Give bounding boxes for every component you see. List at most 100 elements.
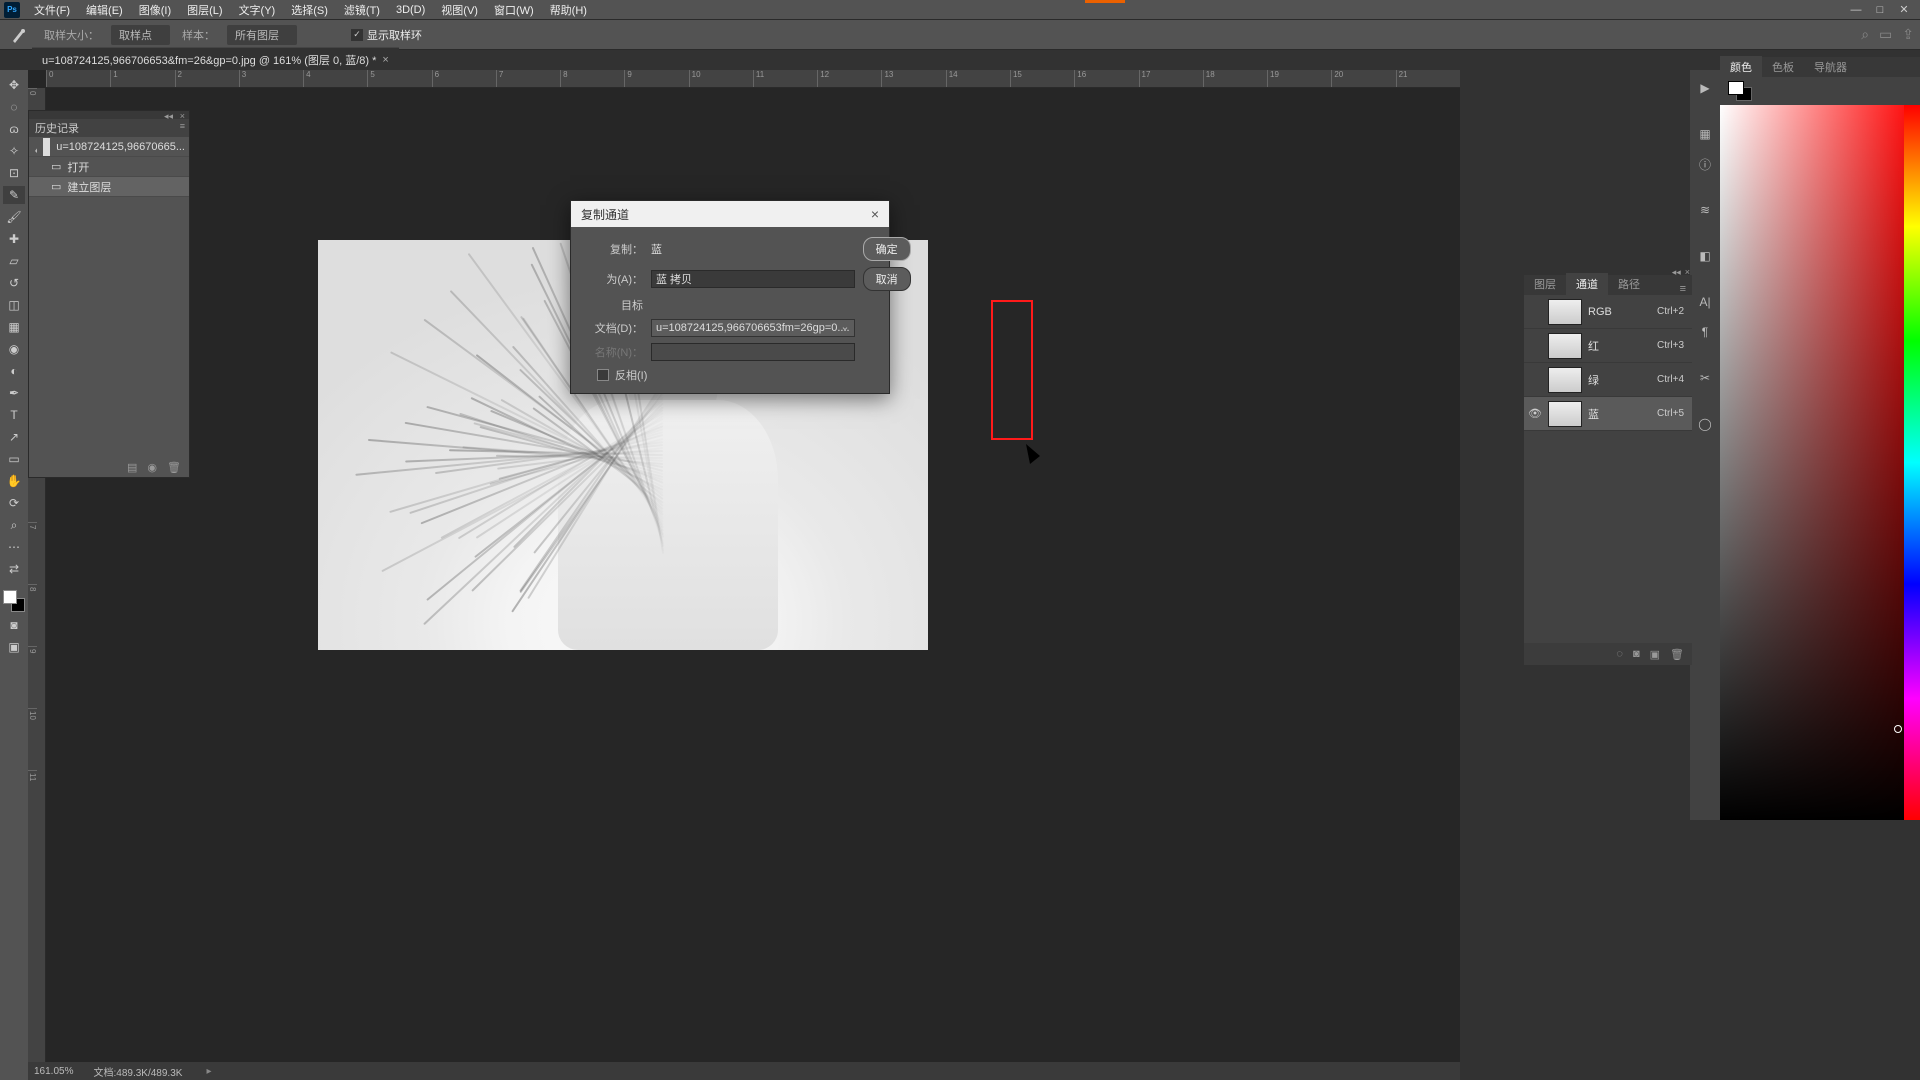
info-icon[interactable]: ⓘ — [1695, 154, 1715, 174]
share-icon[interactable]: ⇪ — [1902, 26, 1914, 43]
history-brush-tool[interactable]: ↺ — [3, 274, 25, 292]
clone-tool[interactable]: ▱ — [3, 252, 25, 270]
invert-checkbox[interactable]: 反相(I) — [597, 367, 855, 383]
search-icon[interactable]: ⌕ — [1861, 26, 1869, 43]
path-tool[interactable]: ↗ — [3, 428, 25, 446]
blur-tool[interactable]: ◉ — [3, 340, 25, 358]
history-step[interactable]: ▭ 打开 — [29, 157, 189, 177]
window-maximize[interactable]: □ — [1868, 4, 1892, 16]
pen-tool[interactable]: ✒ — [3, 384, 25, 402]
tab-layers[interactable]: 图层 — [1524, 273, 1566, 295]
visibility-toggle[interactable]: 👁 — [1528, 407, 1542, 420]
magic-wand-tool[interactable]: ✧ — [3, 142, 25, 160]
tab-swatches[interactable]: 色板 — [1762, 56, 1804, 78]
panel-menu-icon[interactable]: ≡ — [180, 121, 185, 131]
move-tool[interactable]: ✥ — [3, 76, 25, 94]
color-swatches[interactable] — [3, 590, 25, 612]
shape-tool[interactable]: ▭ — [3, 450, 25, 468]
sample-size-dropdown[interactable]: 取样点 — [111, 25, 170, 45]
close-icon[interactable]: × — [1685, 267, 1690, 278]
foreground-color-swatch[interactable] — [3, 590, 17, 604]
menu-edit[interactable]: 编辑(E) — [78, 0, 131, 20]
tab-color[interactable]: 颜色 — [1720, 56, 1762, 78]
sample-dropdown[interactable]: 所有图层 — [227, 25, 297, 45]
history-step[interactable]: ▭ 建立图层 — [29, 177, 189, 197]
rotate-tool[interactable]: ⟳ — [3, 494, 25, 512]
history-panel-title[interactable]: 历史记录 ≡ — [29, 119, 189, 137]
hand-tool[interactable]: ✋ — [3, 472, 25, 490]
show-ring-checkbox[interactable]: ✓ 显示取样环 — [351, 27, 422, 43]
menu-file[interactable]: 文件(F) — [26, 0, 78, 20]
window-close[interactable]: ✕ — [1892, 3, 1916, 16]
type-tool[interactable]: T — [3, 406, 25, 424]
history-step-label: 打开 — [67, 159, 89, 175]
dialog-titlebar[interactable]: 复制通道 × — [571, 201, 889, 227]
cancel-button[interactable]: 取消 — [863, 267, 911, 291]
character-icon[interactable]: A| — [1695, 292, 1715, 312]
ok-button[interactable]: 确定 — [863, 237, 911, 261]
menu-window[interactable]: 窗口(W) — [486, 0, 542, 20]
workspace-icon[interactable]: ▭ — [1879, 26, 1892, 43]
zoom-tool[interactable]: ⌕ — [3, 516, 25, 534]
brush-tool[interactable]: 🖌 — [3, 208, 25, 226]
current-tool-icon[interactable] — [6, 25, 32, 45]
menu-3d[interactable]: 3D(D) — [388, 2, 433, 18]
play-icon[interactable]: ▶ — [1695, 78, 1715, 98]
doc-select[interactable]: u=108724125,966706653fm=26gp=0.... — [651, 319, 855, 337]
edit-toolbar[interactable]: ⇄ — [3, 560, 25, 578]
close-icon[interactable]: × — [382, 54, 388, 66]
document-tab[interactable]: u=108724125,966706653&fm=26&gp=0.jpg @ 1… — [32, 47, 399, 72]
dodge-tool[interactable]: ◐ — [3, 362, 25, 380]
paragraph-icon[interactable]: ¶ — [1695, 322, 1715, 342]
tab-channels[interactable]: 通道 — [1566, 273, 1608, 295]
menu-image[interactable]: 图像(I) — [131, 0, 179, 20]
load-selection-icon[interactable]: ◌ — [1616, 648, 1623, 660]
tools-icon[interactable]: ✂ — [1695, 368, 1715, 388]
save-selection-icon[interactable]: ◙ — [1633, 648, 1640, 660]
more-tools[interactable]: ⋯ — [3, 538, 25, 556]
zoom-level[interactable]: 161.05% — [34, 1066, 73, 1077]
cloud-icon[interactable]: ◯ — [1695, 414, 1715, 434]
close-icon[interactable]: × — [871, 206, 879, 222]
channel-green[interactable]: 绿 Ctrl+4 — [1524, 363, 1692, 397]
collapse-icon[interactable]: ◂◂ — [1672, 267, 1681, 278]
channel-blue[interactable]: 👁 蓝 Ctrl+5 — [1524, 397, 1692, 431]
healing-tool[interactable]: ✚ — [3, 230, 25, 248]
doc-size[interactable]: 文档:489.3K/489.3K — [93, 1064, 182, 1079]
new-channel-icon[interactable]: ▣ — [1650, 648, 1660, 661]
menu-type[interactable]: 文字(Y) — [231, 0, 284, 20]
color-swatch-pair[interactable] — [1728, 81, 1752, 101]
snapshot-icon[interactable]: ◉ — [147, 461, 157, 474]
swatches-icon[interactable]: ▦ — [1695, 124, 1715, 144]
menu-select[interactable]: 选择(S) — [283, 0, 336, 20]
menu-help[interactable]: 帮助(H) — [542, 0, 595, 20]
color-field[interactable] — [1720, 105, 1920, 820]
screenmode-tool[interactable]: ▣ — [3, 638, 25, 656]
history-snapshot[interactable]: u=108724125,96670665... — [29, 137, 189, 157]
channel-rgb[interactable]: RGB Ctrl+2 — [1524, 295, 1692, 329]
adjust-icon[interactable]: ≋ — [1695, 200, 1715, 220]
new-doc-icon[interactable]: ▤ — [127, 461, 137, 474]
lasso-tool[interactable]: ɷ — [3, 120, 25, 138]
crop-tool[interactable]: ⊡ — [3, 164, 25, 182]
panel-menu-icon[interactable]: ≡ — [1674, 283, 1692, 295]
menu-layer[interactable]: 图层(L) — [179, 0, 230, 20]
trash-icon[interactable]: 🗑 — [167, 461, 181, 474]
tab-paths[interactable]: 路径 — [1608, 273, 1650, 295]
window-minimize[interactable]: — — [1844, 4, 1868, 16]
gradient-tool[interactable]: ▦ — [3, 318, 25, 336]
tab-navigator[interactable]: 导航器 — [1804, 56, 1857, 78]
marquee-tool[interactable]: ◌ — [3, 98, 25, 116]
ruler-horizontal[interactable]: 0123456789101112131415161718192021 — [46, 70, 1460, 88]
status-menu-icon[interactable]: ▸ — [206, 1066, 211, 1077]
as-input[interactable] — [651, 270, 855, 288]
quickmask-tool[interactable]: ◙ — [3, 616, 25, 634]
eyedropper-tool[interactable]: ✎ — [3, 186, 25, 204]
eraser-tool[interactable]: ◫ — [3, 296, 25, 314]
menu-filter[interactable]: 滤镜(T) — [336, 0, 388, 20]
menu-view[interactable]: 视图(V) — [433, 0, 486, 20]
hue-slider[interactable] — [1904, 105, 1920, 820]
layers-alt-icon[interactable]: ◧ — [1695, 246, 1715, 266]
channel-red[interactable]: 红 Ctrl+3 — [1524, 329, 1692, 363]
trash-icon[interactable]: 🗑 — [1670, 648, 1684, 661]
